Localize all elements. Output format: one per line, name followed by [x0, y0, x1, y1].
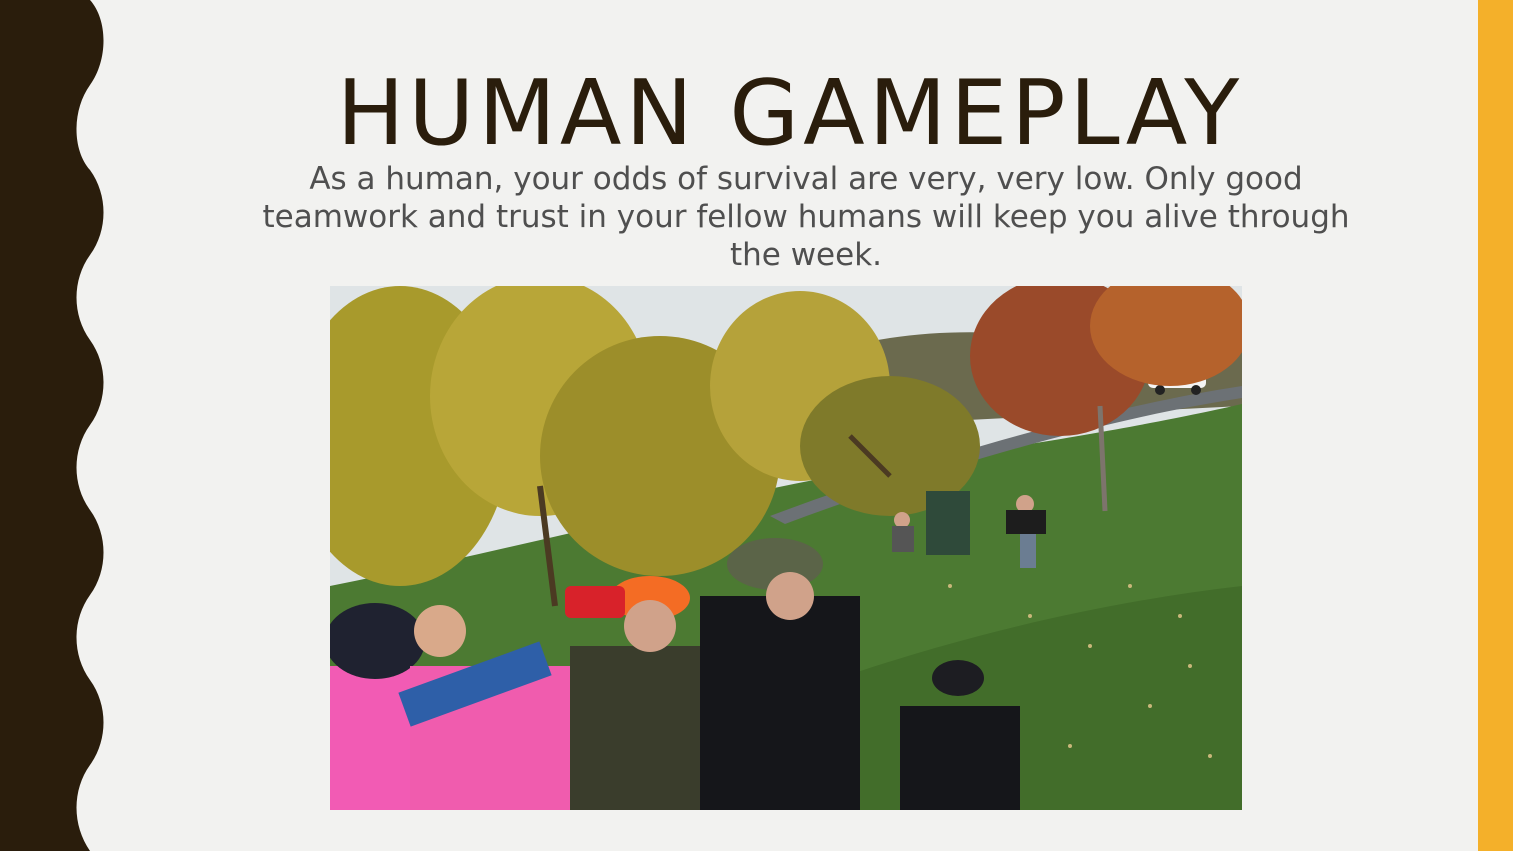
slide-title: HUMAN GAMEPLAY	[336, 61, 1244, 166]
gameplay-photo	[330, 286, 1242, 810]
slide-body-text: As a human, your odds of survival are ve…	[262, 161, 1350, 273]
